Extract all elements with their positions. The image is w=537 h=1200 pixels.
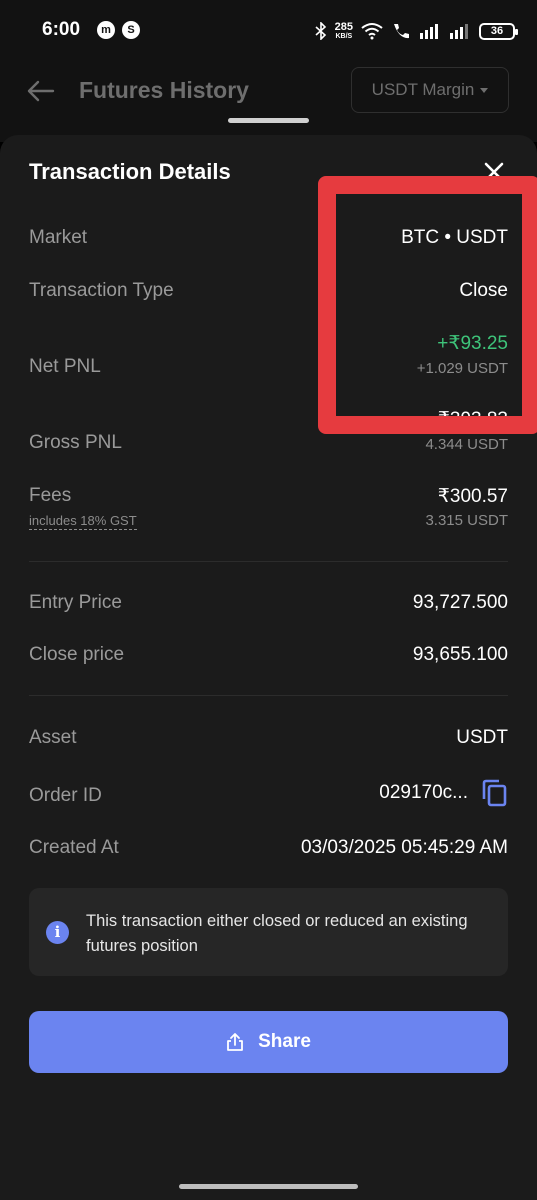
share-button-label: Share (258, 1031, 311, 1052)
order-id-value: 029170c... (379, 782, 468, 803)
created-at-label: Created At (29, 837, 119, 858)
divider (29, 695, 508, 696)
bluetooth-icon (315, 22, 326, 40)
share-icon (227, 1033, 243, 1051)
home-indicator[interactable] (179, 1184, 358, 1189)
sheet-drag-handle[interactable] (228, 118, 309, 123)
fees-usdt: 3.315 USDT (425, 512, 508, 529)
margin-selector[interactable]: USDT Margin (351, 67, 509, 113)
transaction-type-label: Transaction Type (29, 280, 174, 301)
gst-note[interactable]: includes 18% GST (29, 513, 137, 530)
s-app-icon: S (122, 21, 140, 39)
gross-pnl-label: Gross PNL (29, 432, 122, 453)
divider (29, 561, 508, 562)
transaction-type-value: Close (459, 280, 508, 301)
page-header: Futures History USDT Margin (0, 62, 537, 142)
entry-price-value: 93,727.500 (412, 592, 508, 613)
margin-selector-label: USDT Margin (371, 80, 475, 99)
close-price-value: 93,655.100 (412, 644, 508, 665)
market-value: BTC • USDT (401, 227, 508, 248)
net-speed: 285 KB/S (334, 20, 353, 41)
close-icon[interactable] (481, 159, 507, 185)
gross-pnl-usdt: 4.344 USDT (425, 436, 508, 453)
battery-icon: 36 (479, 22, 518, 40)
chevron-down-icon (480, 87, 489, 93)
net-speed-value: 285 (334, 20, 353, 33)
info-banner: i This transaction either closed or redu… (29, 888, 508, 976)
info-icon: i (46, 921, 69, 944)
net-speed-unit: KB/S (335, 32, 353, 40)
signal-icon (450, 24, 468, 39)
info-text: This transaction either closed or reduce… (86, 912, 468, 955)
signal-icon (420, 24, 438, 39)
net-pnl-value: +₹93.25 (437, 333, 508, 354)
copy-icon[interactable] (480, 778, 508, 808)
close-price-label: Close price (29, 644, 125, 665)
entry-price-label: Entry Price (29, 592, 122, 613)
asset-value: USDT (456, 727, 508, 748)
gross-pnl-value: ₹393.83 (437, 409, 508, 430)
transaction-details-sheet: Transaction Details Market BTC • USDT Tr… (0, 135, 537, 1200)
call-icon (394, 24, 409, 39)
sheet-title: Transaction Details (29, 159, 231, 184)
share-button[interactable]: Share (29, 1011, 508, 1073)
net-pnl-label: Net PNL (29, 356, 101, 377)
status-time: 6:00 (42, 19, 81, 40)
coinmarket-icon: m (97, 21, 115, 39)
fees-value: ₹300.57 (437, 486, 508, 507)
asset-label: Asset (29, 727, 77, 748)
page-title: Futures History (79, 77, 249, 103)
status-bar: 6:00 m S 285 KB/S 36 (0, 0, 537, 62)
order-id-label: Order ID (29, 785, 102, 806)
back-arrow-icon[interactable] (26, 76, 56, 106)
wifi-icon (361, 23, 383, 40)
created-at-value: 03/03/2025 05:45:29 AM (300, 837, 508, 858)
fees-label: Fees (29, 485, 72, 506)
market-label: Market (29, 227, 88, 248)
status-icons: 285 KB/S 36 (315, 16, 518, 46)
net-pnl-usdt: +1.029 USDT (416, 360, 508, 377)
